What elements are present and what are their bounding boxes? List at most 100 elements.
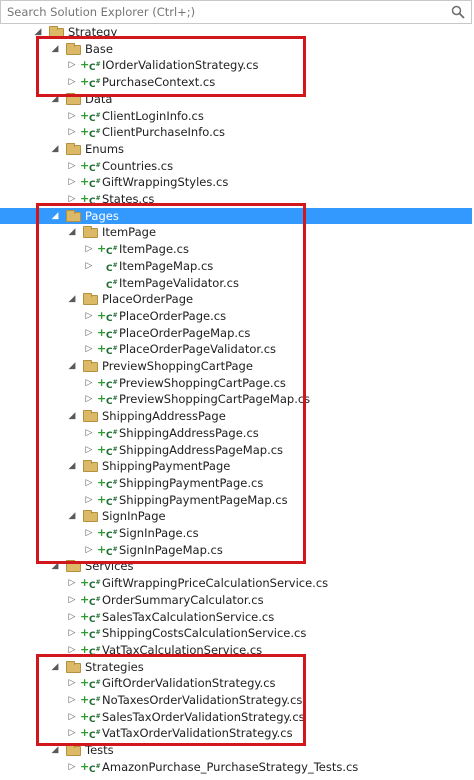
triangle-right-icon[interactable]: ▷	[67, 174, 77, 191]
tree-file-row[interactable]: ▷ + C# PlaceOrderPage.cs	[0, 308, 472, 325]
plus-icon: +	[80, 158, 90, 172]
triangle-down-icon[interactable]: ◢	[50, 659, 60, 676]
triangle-down-icon[interactable]: ◢	[50, 91, 60, 108]
tree-file-row[interactable]: ▷ + C# GiftWrappingPriceCalculationService.…	[0, 575, 472, 592]
tree-folder-row[interactable]: ◢ PreviewShoppingCartPage	[0, 358, 472, 375]
triangle-right-icon[interactable]: ▷	[84, 475, 94, 492]
triangle-down-icon[interactable]: ◢	[33, 24, 43, 41]
triangle-right-icon[interactable]: ▷	[67, 108, 77, 125]
tree-folder-row[interactable]: ◢ Services	[0, 558, 472, 575]
triangle-right-icon[interactable]: ▷	[67, 642, 77, 659]
tree-file-row[interactable]: ▷ + C# GiftOrderValidationStrategy.cs	[0, 675, 472, 692]
triangle-right-icon[interactable]: ▷	[84, 258, 94, 275]
triangle-right-icon[interactable]: ▷	[84, 308, 94, 325]
plus-icon: +	[97, 542, 107, 556]
triangle-right-icon[interactable]: ▷	[67, 74, 77, 91]
triangle-right-icon[interactable]: ▷	[84, 241, 94, 258]
tree-file-row[interactable]: ▷ + C# PurchaseContext.cs	[0, 74, 472, 91]
tree-file-row[interactable]: ▷ + C# SalesTaxCalculationService.cs	[0, 609, 472, 626]
triangle-down-icon[interactable]: ◢	[50, 141, 60, 158]
triangle-right-icon[interactable]: ▷	[67, 625, 77, 642]
triangle-right-icon[interactable]: ▷	[84, 325, 94, 342]
tree-folder-row[interactable]: ◢ ItemPage	[0, 224, 472, 241]
triangle-right-icon[interactable]: ▷	[67, 675, 77, 692]
tree-file-row[interactable]: C# ItemPageValidator.cs	[0, 275, 472, 292]
triangle-down-icon[interactable]: ◢	[67, 508, 77, 525]
tree-file-row[interactable]: ▷ + C# NoTaxesOrderValidationStrategy.cs	[0, 692, 472, 709]
triangle-right-icon[interactable]: ▷	[67, 725, 77, 742]
tree-file-row[interactable]: ▷ + C# SignInPageMap.cs	[0, 542, 472, 559]
triangle-right-icon[interactable]: ▷	[84, 425, 94, 442]
tree-file-row[interactable]: ▷ + C# VatTaxCalculationService.cs	[0, 642, 472, 659]
triangle-right-icon[interactable]: ▷	[84, 442, 94, 459]
search-icon[interactable]	[451, 5, 465, 19]
tree-item-label: Enums	[85, 141, 125, 156]
tree-item-label: ItemPage.cs	[119, 242, 189, 257]
tree-file-row[interactable]: ▷ + C# IOrderValidationStrategy.cs	[0, 57, 472, 74]
tree-folder-row[interactable]: ◢ Strategies	[0, 659, 472, 676]
triangle-right-icon[interactable]: ▷	[67, 692, 77, 709]
tree-file-row[interactable]: ▷ + C# GiftWrappingStyles.cs	[0, 174, 472, 191]
tree-file-row[interactable]: ▷ + C# ClientPurchaseInfo.cs	[0, 124, 472, 141]
triangle-down-icon[interactable]: ◢	[67, 224, 77, 241]
triangle-down-icon[interactable]: ◢	[67, 408, 77, 425]
triangle-right-icon[interactable]: ▷	[67, 759, 77, 776]
tree-file-row[interactable]: ▷ + C# PreviewShoppingCartPageMap.cs	[0, 391, 472, 408]
triangle-right-icon[interactable]: ▷	[67, 191, 77, 208]
triangle-right-icon[interactable]: ▷	[67, 57, 77, 74]
tree-folder-row[interactable]: ◢ Data	[0, 91, 472, 108]
triangle-down-icon[interactable]: ◢	[50, 558, 60, 575]
search-input[interactable]	[1, 1, 447, 23]
triangle-right-icon[interactable]: ▷	[84, 542, 94, 559]
tree-folder-row[interactable]: ◢ Tests	[0, 742, 472, 759]
tree-file-row[interactable]: ▷ + C# SalesTaxOrderValidationStrategy.cs	[0, 709, 472, 726]
triangle-right-icon[interactable]: ▷	[84, 375, 94, 392]
tree-folder-row[interactable]: ◢ Enums	[0, 141, 472, 158]
tree-file-row[interactable]: ▷ + C# AmazonPurchase_PurchaseStrategy_Test…	[0, 759, 472, 776]
plus-icon: +	[80, 759, 90, 773]
tree-item-label: SalesTaxOrderValidationStrategy.cs	[102, 709, 305, 724]
triangle-down-icon[interactable]: ◢	[50, 41, 60, 58]
triangle-down-icon[interactable]: ◢	[50, 208, 60, 225]
tree-file-row[interactable]: ▷ + C# ShippingCostsCalculationService.cs	[0, 625, 472, 642]
triangle-right-icon[interactable]: ▷	[84, 341, 94, 358]
tree-file-row[interactable]: ▷ + C# VatTaxOrderValidationStrategy.cs	[0, 725, 472, 742]
triangle-down-icon[interactable]: ◢	[67, 291, 77, 308]
tree-file-row[interactable]: ▷ + C# OrderSummaryCalculator.cs	[0, 592, 472, 609]
tree-file-row[interactable]: ▷ + C# States.cs	[0, 191, 472, 208]
tree-folder-row[interactable]: ◢ PlaceOrderPage	[0, 291, 472, 308]
tree-file-row[interactable]: ▷ + C# ItemPage.cs	[0, 241, 472, 258]
tree-file-row[interactable]: ▷ + C# ClientLoginInfo.cs	[0, 108, 472, 125]
tree-folder-row[interactable]: ◢ Pages	[0, 207, 472, 225]
tree-file-row[interactable]: ▷ + C# ShippingPaymentPage.cs	[0, 475, 472, 492]
tree-folder-row[interactable]: ◢ Strategy	[0, 24, 472, 41]
tree-file-row[interactable]: ▷ + C# ShippingAddressPage.cs	[0, 425, 472, 442]
tree-file-row[interactable]: ▷ + C# PreviewShoppingCartPage.cs	[0, 375, 472, 392]
triangle-down-icon[interactable]: ◢	[67, 458, 77, 475]
triangle-right-icon[interactable]: ▷	[84, 492, 94, 509]
tree-file-row[interactable]: ▷ + C# SignInPage.cs	[0, 525, 472, 542]
triangle-right-icon[interactable]: ▷	[67, 592, 77, 609]
triangle-right-icon[interactable]: ▷	[67, 609, 77, 626]
tree-folder-row[interactable]: ◢ Base	[0, 41, 472, 58]
triangle-down-icon[interactable]: ◢	[50, 742, 60, 759]
tree-file-row[interactable]: ▷ + C# PlaceOrderPageValidator.cs	[0, 341, 472, 358]
folder-icon	[83, 293, 98, 306]
triangle-right-icon[interactable]: ▷	[67, 158, 77, 175]
search-box[interactable]	[0, 0, 472, 24]
triangle-right-icon[interactable]: ▷	[67, 575, 77, 592]
triangle-down-icon[interactable]: ◢	[67, 358, 77, 375]
tree-file-row[interactable]: ▷ C# ItemPageMap.cs	[0, 258, 472, 275]
tree-file-row[interactable]: ▷ + C# Countries.cs	[0, 158, 472, 175]
tree-folder-row[interactable]: ◢ SignInPage	[0, 508, 472, 525]
tree-folder-row[interactable]: ◢ ShippingAddressPage	[0, 408, 472, 425]
triangle-right-icon[interactable]: ▷	[84, 525, 94, 542]
tree-item-label: PreviewShoppingCartPage.cs	[119, 375, 286, 390]
tree-file-row[interactable]: ▷ + C# PlaceOrderPageMap.cs	[0, 325, 472, 342]
tree-file-row[interactable]: ▷ + C# ShippingAddressPageMap.cs	[0, 442, 472, 459]
triangle-right-icon[interactable]: ▷	[84, 391, 94, 408]
triangle-right-icon[interactable]: ▷	[67, 124, 77, 141]
tree-file-row[interactable]: ▷ + C# ShippingPaymentPageMap.cs	[0, 492, 472, 509]
triangle-right-icon[interactable]: ▷	[67, 709, 77, 726]
tree-folder-row[interactable]: ◢ ShippingPaymentPage	[0, 458, 472, 475]
